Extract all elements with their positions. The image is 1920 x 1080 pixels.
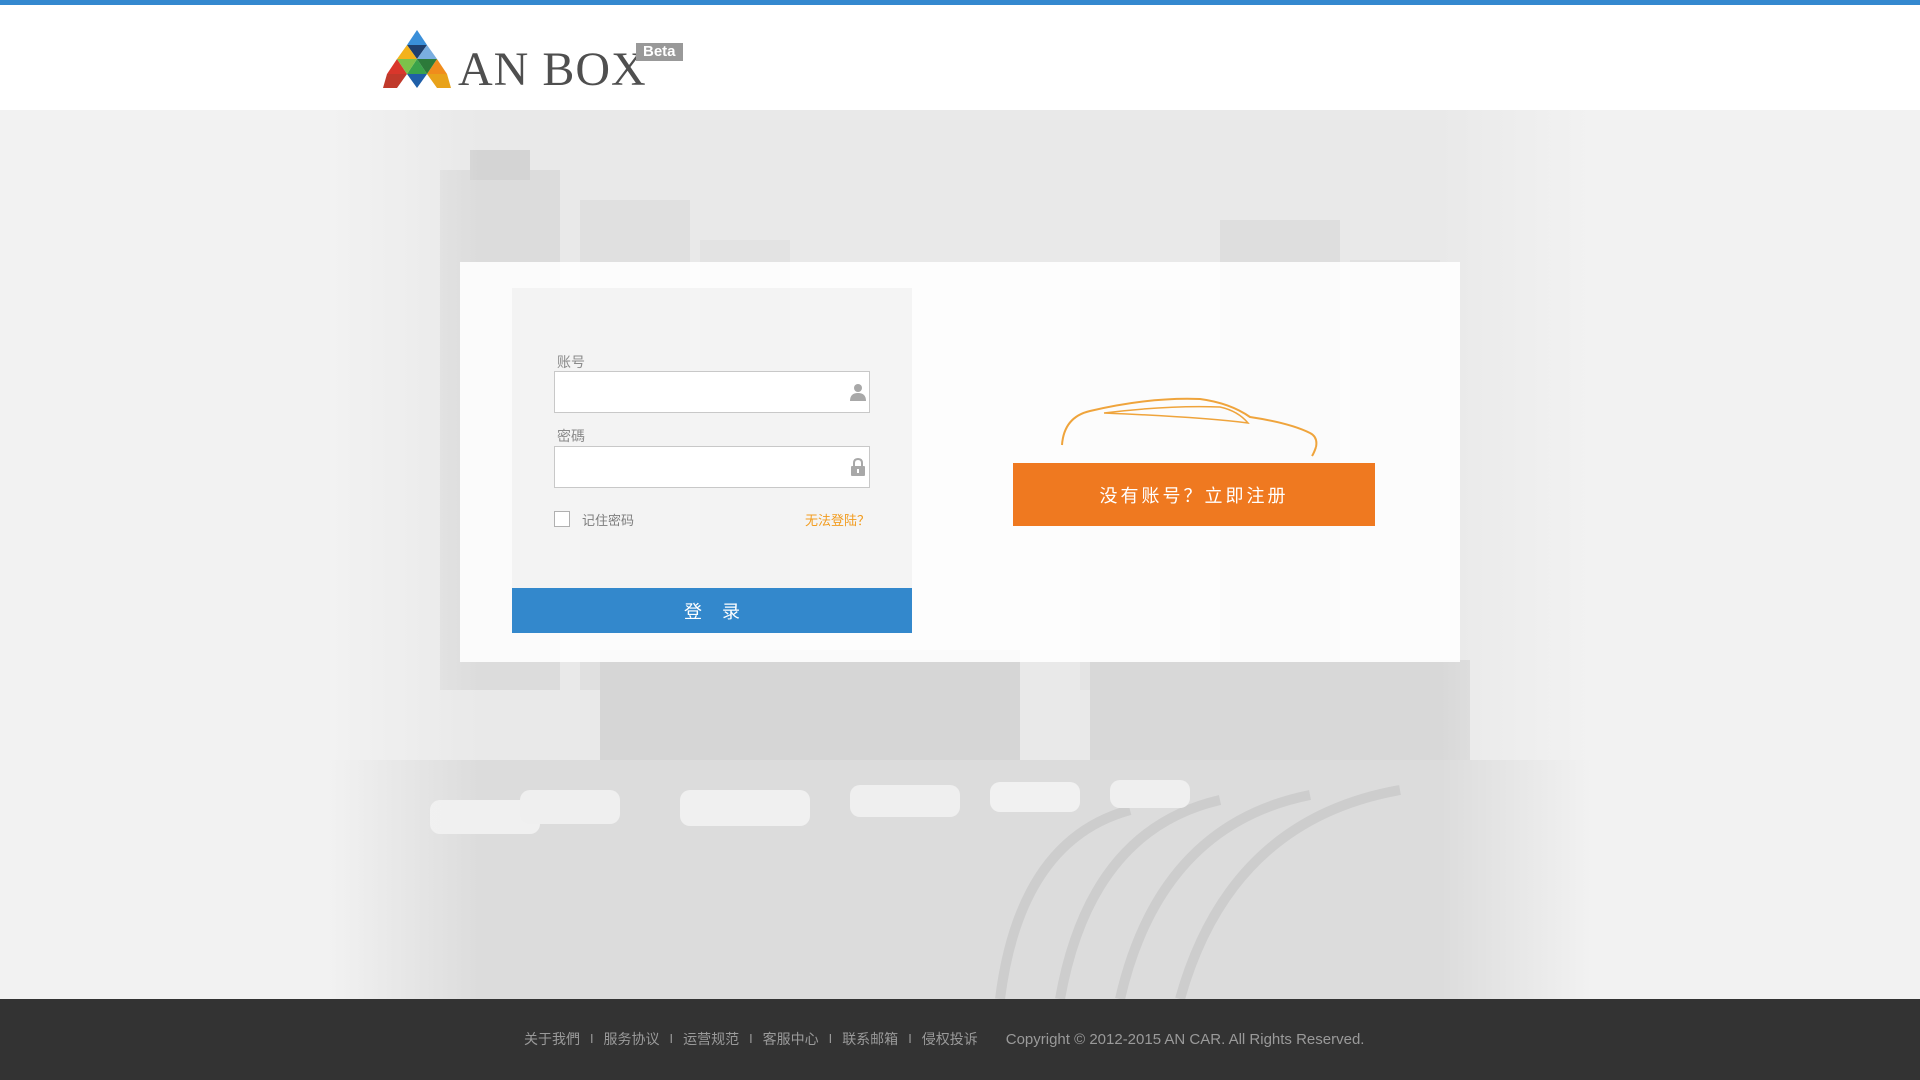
footer-separator: I [828,1032,833,1046]
footer-link-customer-service[interactable]: 客服中心 [763,1029,819,1049]
footer-link-operating-rules[interactable]: 运营规范 [683,1029,739,1049]
footer-separator: I [908,1032,912,1046]
logo[interactable]: AN BOX Beta [383,30,683,96]
account-label: 账号 [557,355,585,371]
remember-password[interactable]: 记住密码 [554,510,635,529]
footer-link-infringement[interactable]: 侵权投诉 [922,1029,978,1049]
footer: 关于我們 I 服务协议 I 运营规范 I 客服中心 I 联系邮箱 I 侵权投诉 … [0,999,1920,1080]
login-panel: 账号 密碼 记住密码 无法登陆？ 登录 没有账号？立即注册 [460,262,1460,662]
user-icon [850,384,866,401]
footer-separator: I [669,1032,674,1046]
forgot-login-link[interactable]: 无法登陆？ [805,510,870,529]
logo-triangles-icon [383,30,451,88]
beta-badge: Beta [636,43,683,61]
header: AN BOX Beta [0,5,1920,110]
password-field-wrapper [554,446,870,488]
remember-label: 记住密码 [582,513,635,529]
copyright-text: Copyright © 2012-2015 AN CAR. All Rights… [1005,1030,1365,1048]
lock-icon [851,458,865,476]
password-input[interactable] [555,447,825,487]
footer-separator: I [749,1032,753,1046]
footer-links: 关于我們 I 服务协议 I 运营规范 I 客服中心 I 联系邮箱 I 侵权投诉 … [524,1029,1364,1049]
logo-text: AN BOX [458,43,647,96]
account-input[interactable] [555,372,825,412]
car-outline-icon [1061,397,1318,457]
footer-link-service-agreement[interactable]: 服务协议 [604,1029,660,1049]
login-button[interactable]: 登录 [512,588,912,633]
footer-link-contact-email[interactable]: 联系邮箱 [842,1029,898,1049]
footer-link-about[interactable]: 关于我們 [524,1029,580,1049]
login-form: 账号 密碼 记住密码 无法登陆？ 登录 [512,288,912,633]
password-label: 密碼 [557,429,585,445]
remember-checkbox[interactable] [554,511,570,527]
footer-separator: I [590,1032,594,1046]
register-button[interactable]: 没有账号？立即注册 [1013,463,1375,526]
account-field-wrapper [554,371,870,413]
